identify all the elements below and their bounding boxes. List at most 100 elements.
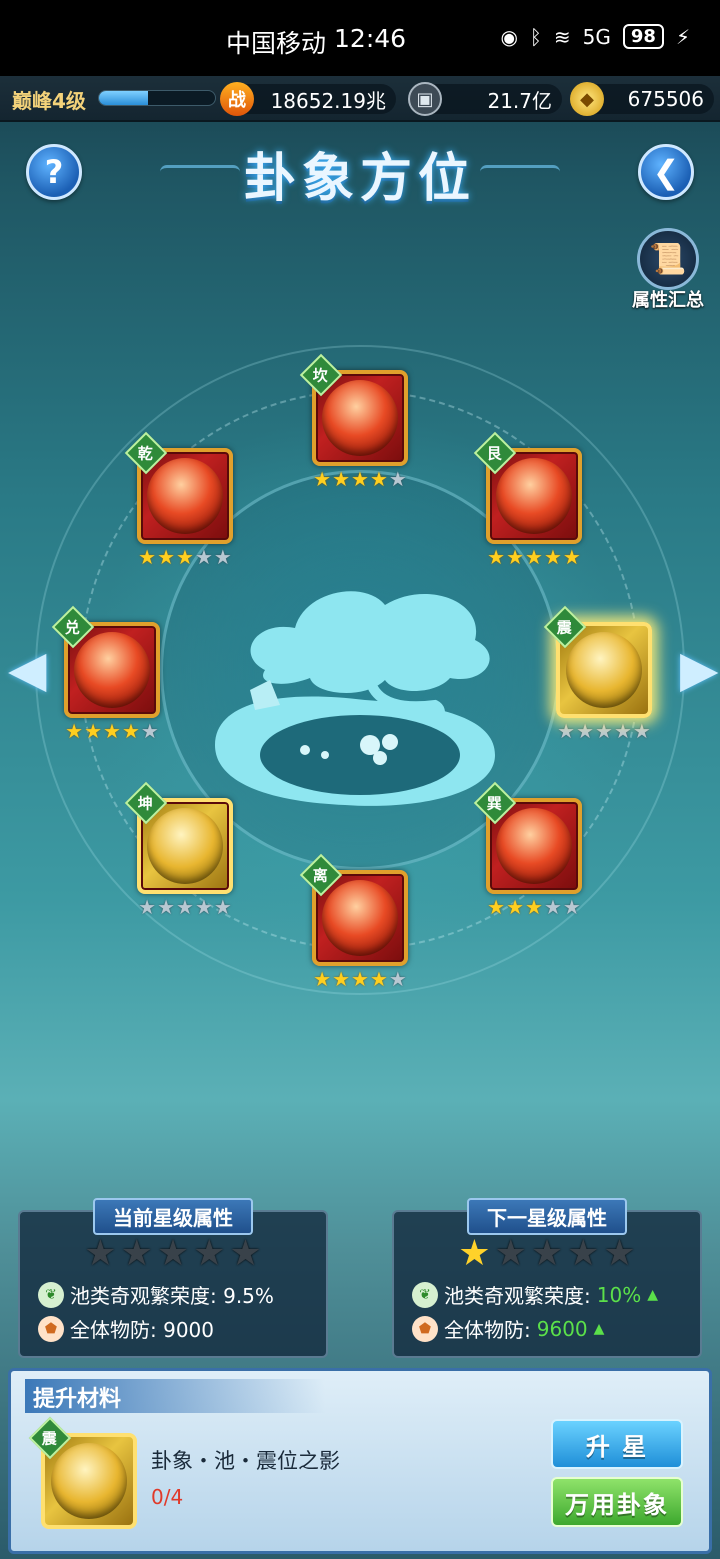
star-rating: ★ ★ ★ ★ ★ xyxy=(484,896,584,918)
trigram-node[interactable]: 兑 ★ ★ ★ ★ ★ xyxy=(51,605,162,742)
trigram-orb-icon xyxy=(566,632,642,708)
trigram-orb-icon xyxy=(147,458,223,534)
player-level: 巅峰4级 xyxy=(12,89,86,113)
star-empty-icon: ★ xyxy=(388,467,407,491)
page-title: 卦象方位 xyxy=(243,148,476,209)
star-empty-icon: ★ xyxy=(562,895,581,919)
current-panel-title: 当前星级属性 xyxy=(93,1198,253,1235)
star-empty-icon: ★ xyxy=(557,719,576,743)
star-empty-icon: ★ xyxy=(567,1233,600,1274)
trigram-orb-icon xyxy=(147,808,223,884)
next-page-arrow[interactable]: ▶ xyxy=(680,640,718,698)
clock: 12:46 xyxy=(334,24,407,53)
star-filled-icon: ★ xyxy=(65,719,84,743)
increase-arrow-icon: ▲ xyxy=(647,1286,658,1303)
trigram-name: 兑 xyxy=(65,618,81,637)
star-rating: ★ ★ ★ ★ ★ xyxy=(554,720,654,742)
trigram-name: 坎 xyxy=(313,366,329,385)
back-button[interactable]: ❮ xyxy=(638,144,694,200)
status-bar: 中国移动 12:46 ◉ ᛒ ≋ 5G 98 ⚡ xyxy=(0,0,720,76)
power-value: 18652.19兆 xyxy=(270,88,386,113)
pond-tree-illustration xyxy=(215,591,495,806)
star-filled-icon: ★ xyxy=(313,467,332,491)
question-icon: ? xyxy=(44,153,64,191)
star-empty-icon: ★ xyxy=(576,719,595,743)
back-arrow-icon: ❮ xyxy=(652,153,680,191)
star-filled-icon: ★ xyxy=(562,545,581,569)
star-filled-icon: ★ xyxy=(332,967,351,991)
carrier-label: 中国移动 xyxy=(226,29,327,58)
star-filled-icon: ★ xyxy=(351,967,369,991)
materials-title: 提升材料 xyxy=(33,1387,122,1412)
trigram-node[interactable]: 离 ★ ★ ★ ★ ★ xyxy=(299,853,410,991)
trigram-name: 艮 xyxy=(487,444,503,463)
star-filled-icon: ★ xyxy=(157,545,176,569)
trigram-name: 坤 xyxy=(138,794,154,813)
star-filled-icon: ★ xyxy=(313,967,332,991)
trigram-name: 巽 xyxy=(487,794,503,813)
eye-icon: ◉ xyxy=(500,24,518,49)
universal-trigram-button[interactable]: 万用卦象 xyxy=(551,1477,683,1527)
star-rating: ★ ★ ★ ★ ★ xyxy=(62,720,162,742)
gold-display: ◆ 675506 xyxy=(570,82,714,116)
trigram-card: 震 xyxy=(543,605,652,718)
trigram-orb-icon xyxy=(322,380,398,456)
star-empty-icon: ★ xyxy=(229,1233,262,1274)
previous-page-arrow[interactable]: ◀ xyxy=(8,640,46,698)
star-filled-icon: ★ xyxy=(369,467,388,491)
trigram-orb-icon xyxy=(322,880,398,956)
next-star-attributes-panel: 下一星级属性 ★ ★ ★ ★ ★ ❦ 池类奇观繁荣度: 10% ▲ ⬟ 全体物防: 96… xyxy=(392,1198,702,1358)
battery-level: 98 xyxy=(622,24,664,49)
trigram-name: 离 xyxy=(313,866,329,885)
trigram-card: 坤 xyxy=(124,781,233,894)
trigram-node[interactable]: 巽 ★ ★ ★ ★ ★ xyxy=(473,781,584,918)
star-filled-icon: ★ xyxy=(487,895,506,919)
star-empty-icon: ★ xyxy=(138,895,157,919)
help-button[interactable]: ? xyxy=(26,144,82,200)
star-empty-icon: ★ xyxy=(603,1233,636,1274)
power-icon: 战 xyxy=(220,82,254,116)
star-empty-icon: ★ xyxy=(543,895,562,919)
next-panel-title: 下一星级属性 xyxy=(467,1198,627,1235)
current-attr-defense: 全体物防: 9000 xyxy=(70,1318,214,1342)
star-filled-icon: ★ xyxy=(543,545,562,569)
leaf-icon: ❦ xyxy=(412,1281,438,1308)
trigram-node[interactable]: 坎 ★ ★ ★ ★ ★ xyxy=(299,353,410,490)
power-display: 战 18652.19兆 xyxy=(220,82,396,116)
star-empty-icon: ★ xyxy=(193,1233,226,1274)
trigram-orb-icon xyxy=(74,632,150,708)
attribute-summary-label: 属性汇总 xyxy=(632,290,704,311)
next-attr-defense-value: 9600 xyxy=(536,1316,588,1341)
attribute-row: ⬟ 全体物防: 9600 ▲ xyxy=(412,1314,604,1343)
material-item-slot[interactable]: 震 xyxy=(28,1416,137,1529)
star-empty-icon: ★ xyxy=(120,1233,153,1274)
star-filled-icon: ★ xyxy=(458,1233,491,1274)
star-rating: ★ ★ ★ ★ ★ xyxy=(310,468,410,490)
star-filled-icon: ★ xyxy=(487,545,506,569)
trigram-node[interactable]: 坤 ★ ★ ★ ★ ★ xyxy=(124,781,235,919)
trigram-name: 震 xyxy=(557,618,573,637)
shield-icon: ⬟ xyxy=(38,1315,64,1342)
material-tag-label: 震 xyxy=(42,1429,58,1448)
star-empty-icon: ★ xyxy=(632,719,651,743)
star-filled-icon: ★ xyxy=(121,719,140,743)
attribute-row: ❦ 池类奇观繁荣度: 9.5% xyxy=(38,1280,274,1309)
trigram-node[interactable]: 乾 ★ ★ ★ ★ ★ xyxy=(124,431,235,569)
trigram-node[interactable]: 震 ★ ★ ★ ★ ★ xyxy=(543,605,654,742)
star-empty-icon: ★ xyxy=(494,1233,527,1274)
upgrade-star-button[interactable]: 升 星 xyxy=(551,1419,683,1469)
next-attr-prosperity-label: 池类奇观繁荣度: xyxy=(444,1284,591,1308)
bluetooth-icon: ᛒ xyxy=(529,24,542,49)
gold-ingot-icon: ◆ xyxy=(570,82,604,116)
trigram-orb-icon xyxy=(496,808,572,884)
star-filled-icon: ★ xyxy=(138,545,157,569)
trigram-orb-icon xyxy=(51,1443,127,1519)
star-empty-icon: ★ xyxy=(213,545,232,569)
star-empty-icon: ★ xyxy=(194,545,213,569)
star-empty-icon: ★ xyxy=(157,895,176,919)
coin-icon: ▣ xyxy=(408,82,442,116)
star-filled-icon: ★ xyxy=(369,967,388,991)
attribute-summary-button[interactable]: 📜 属性汇总 xyxy=(626,228,710,312)
current-star-rating: ★ ★ ★ ★ ★ xyxy=(20,1234,326,1274)
trigram-node[interactable]: 艮 ★ ★ ★ ★ ★ xyxy=(473,431,584,569)
